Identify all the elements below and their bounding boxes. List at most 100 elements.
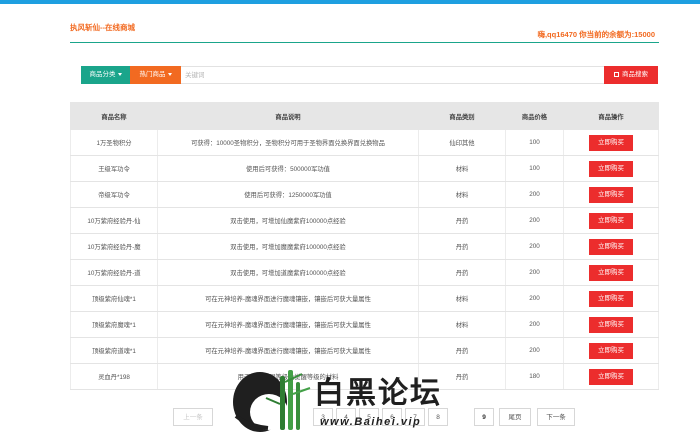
product-action-cell: 立即购买	[563, 363, 659, 390]
product-category: 丹药	[418, 363, 506, 390]
header-price: 商品价格	[505, 102, 564, 130]
product-price: 100	[505, 129, 564, 156]
header-description: 商品说明	[157, 102, 419, 130]
product-action-cell: 立即购买	[563, 337, 659, 364]
search-bar: 商品分类 热门商品 商品搜索	[81, 66, 658, 84]
page-link[interactable]: 8	[428, 408, 448, 426]
product-category: 材料	[418, 155, 506, 182]
table-row: 10万紫府经验丹-仙 双击使用，可增加仙魔紫府100000点经验 丹药 200 …	[70, 207, 659, 234]
top-accent-bar	[0, 0, 700, 4]
site-title[interactable]: 执风斩仙--在线商城	[70, 22, 135, 33]
buy-now-button[interactable]: 立即购买	[589, 186, 633, 203]
product-description: 双击使用，可增加道魔紫府100000点经验	[157, 259, 419, 286]
product-action-cell: 立即购买	[563, 259, 659, 286]
product-category: 材料	[418, 311, 506, 338]
product-action-cell: 立即购买	[563, 285, 659, 312]
product-price: 100	[505, 155, 564, 182]
page-link[interactable]: 6	[382, 408, 402, 426]
product-price: 180	[505, 363, 564, 390]
product-price: 200	[505, 311, 564, 338]
product-category: 丹药	[418, 233, 506, 260]
table-row: 顶级紫府仙魂*1 可在元神培养-魔魂界面进行魔魂镶嵌，镶嵌后可获大量属性 材料 …	[70, 285, 659, 312]
product-description: 可获得：10000圣物积分，圣物积分可用于圣物界面兑换界面兑换物品	[157, 129, 419, 156]
product-description: 双击使用，可增加仙魔紫府100000点经验	[157, 207, 419, 234]
buy-now-button[interactable]: 立即购买	[589, 238, 633, 255]
page-link[interactable]: 9	[474, 408, 494, 426]
buy-now-button[interactable]: 立即购买	[589, 342, 633, 359]
product-name: 顶级紫府道魂*1	[70, 337, 158, 364]
product-category: 仙印其他	[418, 129, 506, 156]
product-category: 材料	[418, 181, 506, 208]
product-action-cell: 立即购买	[563, 311, 659, 338]
product-category: 丹药	[418, 337, 506, 364]
product-name: 10万紫府经验丹-魔	[70, 233, 158, 260]
hot-products-dropdown[interactable]: 热门商品	[130, 66, 181, 84]
prev-page-button[interactable]: 上一条	[173, 408, 213, 426]
buy-now-button[interactable]: 立即购买	[589, 290, 633, 307]
table-row: 10万紫府经验丹-道 双击使用，可增加道魔紫府100000点经验 丹药 200 …	[70, 259, 659, 286]
product-description: 可在元神培养-魔魂界面进行魔魂镶嵌，镶嵌后可获大量属性	[157, 337, 419, 364]
product-name: 灵血丹*198	[70, 363, 158, 390]
search-input[interactable]	[185, 69, 565, 81]
table-row: 顶级紫府魔魂*1 可在元神培养-魔魂界面进行魔魂镶嵌，镶嵌后可获大量属性 材料 …	[70, 311, 659, 338]
product-price: 200	[505, 285, 564, 312]
page-link[interactable]: 7	[405, 408, 425, 426]
product-name: 顶级紫府魔魂*1	[70, 311, 158, 338]
table-row: 王级军功令 使用后可获得：500000军功值 材料 100 立即购买	[70, 155, 659, 182]
product-name: 顶级紫府仙魂*1	[70, 285, 158, 312]
buy-now-button[interactable]: 立即购买	[589, 134, 633, 151]
buy-now-button[interactable]: 立即购买	[589, 160, 633, 177]
product-description: 可在元神培养-魔魂界面进行魔魂镶嵌，镶嵌后可获大量属性	[157, 311, 419, 338]
table-row: 灵血丹*198 用于提升觉醒等级及觉醒等级的材料 丹药 180 立即购买	[70, 363, 659, 390]
product-description: 可在元神培养-魔魂界面进行魔魂镶嵌，镶嵌后可获大量属性	[157, 285, 419, 312]
product-action-cell: 立即购买	[563, 129, 659, 156]
table-row: 顶级紫府道魂*1 可在元神培养-魔魂界面进行魔魂镶嵌，镶嵌后可获大量属性 丹药 …	[70, 337, 659, 364]
product-category: 丹药	[418, 207, 506, 234]
caret-down-icon	[117, 72, 122, 76]
buy-now-button[interactable]: 立即购买	[589, 212, 633, 229]
category-dropdown[interactable]: 商品分类	[81, 66, 130, 84]
user-balance-info: 嗨,qq16470 你当前的余额为:15000	[537, 30, 655, 39]
product-name: 10万紫府经验丹-道	[70, 259, 158, 286]
product-price: 200	[505, 233, 564, 260]
last-page-button[interactable]: 尾页	[499, 408, 531, 426]
table-header-row: 商品名称 商品说明 商品类别 商品价格 商品操作	[70, 102, 659, 130]
category-dropdown-label: 商品分类	[89, 71, 116, 78]
product-price: 200	[505, 181, 564, 208]
square-icon	[614, 71, 619, 77]
search-button[interactable]: 商品搜索	[604, 66, 658, 84]
product-price: 200	[505, 337, 564, 364]
header-category: 商品类别	[418, 102, 506, 130]
next-page-button[interactable]: 下一条	[537, 408, 575, 426]
header-action: 商品操作	[563, 102, 659, 130]
product-action-cell: 立即购买	[563, 207, 659, 234]
table-row: 帝级军功令 使用后可获得：1250000军功值 材料 200 立即购买	[70, 181, 659, 208]
page-link[interactable]: 3	[313, 408, 333, 426]
product-description: 双击使用，可增加魔魔紫府100000点经验	[157, 233, 419, 260]
header-divider	[70, 42, 659, 43]
product-price: 200	[505, 207, 564, 234]
product-category: 丹药	[418, 259, 506, 286]
product-description: 用于提升觉醒等级及觉醒等级的材料	[157, 363, 419, 390]
buy-now-button[interactable]: 立即购买	[589, 316, 633, 333]
table-row: 10万紫府经验丹-魔 双击使用，可增加魔魔紫府100000点经验 丹药 200 …	[70, 233, 659, 260]
header-name: 商品名称	[70, 102, 158, 130]
hot-products-label: 热门商品	[139, 71, 166, 78]
product-category: 材料	[418, 285, 506, 312]
product-description: 使用后可获得：500000军功值	[157, 155, 419, 182]
product-name: 帝级军功令	[70, 181, 158, 208]
table-row: 1万圣物积分 可获得：10000圣物积分，圣物积分可用于圣物界面兑换界面兑换物品…	[70, 129, 659, 156]
product-action-cell: 立即购买	[563, 233, 659, 260]
product-action-cell: 立即购买	[563, 155, 659, 182]
product-action-cell: 立即购买	[563, 181, 659, 208]
product-name: 1万圣物积分	[70, 129, 158, 156]
buy-now-button[interactable]: 立即购买	[589, 264, 633, 281]
product-table: 商品名称 商品说明 商品类别 商品价格 商品操作 1万圣物积分 可获得：1000…	[70, 102, 659, 390]
search-button-label: 商品搜索	[622, 71, 648, 78]
product-price: 200	[505, 259, 564, 286]
caret-down-icon	[167, 72, 172, 76]
product-description: 使用后可获得：1250000军功值	[157, 181, 419, 208]
page-link[interactable]: 4	[336, 408, 356, 426]
page-link[interactable]: 5	[359, 408, 379, 426]
buy-now-button[interactable]: 立即购买	[589, 368, 633, 385]
